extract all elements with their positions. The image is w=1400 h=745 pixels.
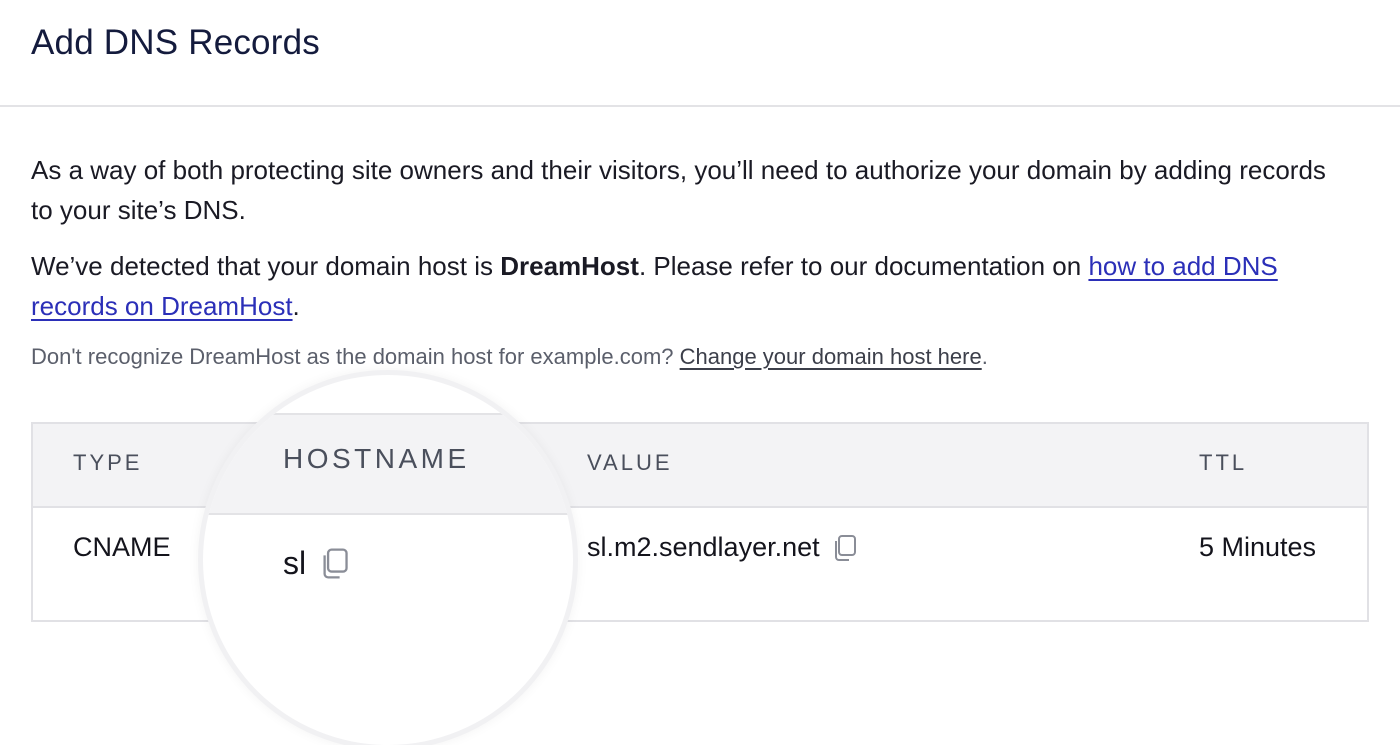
ttl-value: 5 Minutes <box>1199 532 1317 562</box>
hint-prefix: Don't recognize DreamHost as the domain … <box>31 344 680 369</box>
cell-ttl: 5 Minutes <box>1199 532 1316 563</box>
host-name: DreamHost <box>500 251 639 281</box>
hostname-magnifier: HOSTNAME sl <box>203 375 573 745</box>
detected-suffix: . <box>292 291 300 321</box>
detected-middle: . Please refer to our documentation on <box>638 251 1089 281</box>
copy-hostname-icon[interactable] <box>320 547 350 580</box>
record-value: sl.m2.sendlayer.net <box>587 532 820 562</box>
column-header-ttl: TTL <box>1199 450 1248 475</box>
magnified-cell-hostname: sl <box>283 545 350 582</box>
hint-suffix: . <box>981 344 988 369</box>
detected-prefix: We’ve detected that your domain host is <box>31 251 501 281</box>
intro-section: As a way of both protecting site owners … <box>31 150 1351 372</box>
magnified-column-header-hostname: HOSTNAME <box>283 443 470 474</box>
page-title: Add DNS Records <box>31 23 320 62</box>
intro-paragraph: As a way of both protecting site owners … <box>31 155 1326 225</box>
copy-value-icon[interactable] <box>832 534 858 562</box>
host-hint: Don't recognize DreamHost as the domain … <box>31 342 1351 372</box>
change-host-link[interactable]: Change your domain host here <box>680 344 982 369</box>
type-value: CNAME <box>73 532 171 562</box>
detected-host-paragraph: We’ve detected that your domain host is … <box>31 246 1351 326</box>
cell-type: CNAME <box>73 532 171 563</box>
hostname-value: sl <box>283 545 307 581</box>
cell-value: sl.m2.sendlayer.net <box>587 532 858 563</box>
page-header: Add DNS Records <box>0 0 1400 107</box>
column-header-value: VALUE <box>587 450 673 475</box>
column-header-type: TYPE <box>73 450 143 475</box>
